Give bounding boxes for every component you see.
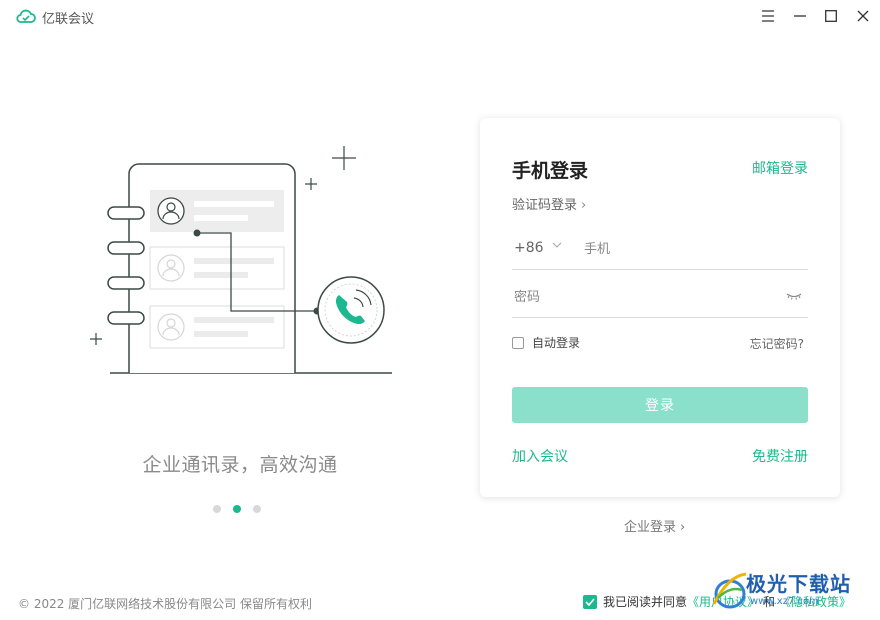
carousel-dots [213, 505, 261, 513]
carousel-dot[interactable] [253, 505, 261, 513]
auto-login-row[interactable]: 自动登录 [512, 334, 580, 351]
password-input[interactable] [514, 286, 774, 308]
auto-login-checkbox[interactable] [512, 336, 524, 349]
maximize-icon [825, 10, 837, 22]
chevron-right-icon: › [581, 198, 587, 213]
app-title: 亿联会议 [42, 12, 95, 27]
country-code-select[interactable]: +86 [514, 240, 544, 256]
enterprise-login-link[interactable]: 企业登录 › [624, 516, 685, 535]
watermark-text: 极光下载站 [746, 572, 851, 596]
cloud-icon [16, 9, 36, 23]
register-link[interactable]: 免费注册 [752, 446, 808, 466]
password-field [512, 276, 808, 318]
enterprise-login-label: 企业登录 [624, 520, 677, 535]
watermark-url: www.xz7.com [750, 596, 819, 607]
contacts-illustration [90, 146, 392, 374]
auto-login-label: 自动登录 [532, 336, 581, 350]
login-button[interactable]: 登录 [512, 387, 808, 423]
carousel-dot[interactable] [213, 505, 221, 513]
code-login-link[interactable]: 验证码登录 › [512, 194, 586, 213]
join-meeting-link[interactable]: 加入会议 [512, 446, 568, 466]
phone-field: +86 [512, 228, 808, 270]
eye-closed-icon[interactable] [786, 292, 802, 300]
minimize-button[interactable] [790, 6, 810, 26]
maximize-button[interactable] [821, 6, 841, 26]
chevron-down-icon [552, 242, 562, 248]
agree-checkbox[interactable] [583, 594, 597, 609]
phone-input[interactable] [584, 238, 804, 260]
minimize-icon [794, 15, 806, 17]
aurora-logo-icon [712, 572, 747, 609]
copyright: © 2022 厦门亿联网络技术股份有限公司 保留所有权利 [18, 597, 312, 611]
forgot-password-link[interactable]: 忘记密码? [750, 335, 804, 352]
code-login-label: 验证码登录 [512, 198, 578, 213]
title-bar: 亿联会议 [0, 0, 880, 32]
close-icon [857, 10, 869, 22]
slogan: 企业通讯录，高效沟通 [142, 454, 338, 476]
chevron-right-icon: › [680, 520, 686, 535]
login-card: 手机登录 邮箱登录 验证码登录› +86 自动登录 忘记密码? 登录 加入会议 … [480, 118, 840, 497]
menu-button[interactable] [758, 6, 778, 26]
agree-text: 我已阅读并同意 [603, 595, 688, 609]
watermark: 极光下载站 www.xz7.com [708, 566, 878, 618]
email-login-link[interactable]: 邮箱登录 [752, 158, 808, 178]
menu-icon [762, 10, 774, 22]
close-button[interactable] [853, 6, 873, 26]
login-title: 手机登录 [512, 160, 589, 182]
carousel-dot-active[interactable] [233, 505, 241, 513]
check-icon [585, 597, 595, 606]
